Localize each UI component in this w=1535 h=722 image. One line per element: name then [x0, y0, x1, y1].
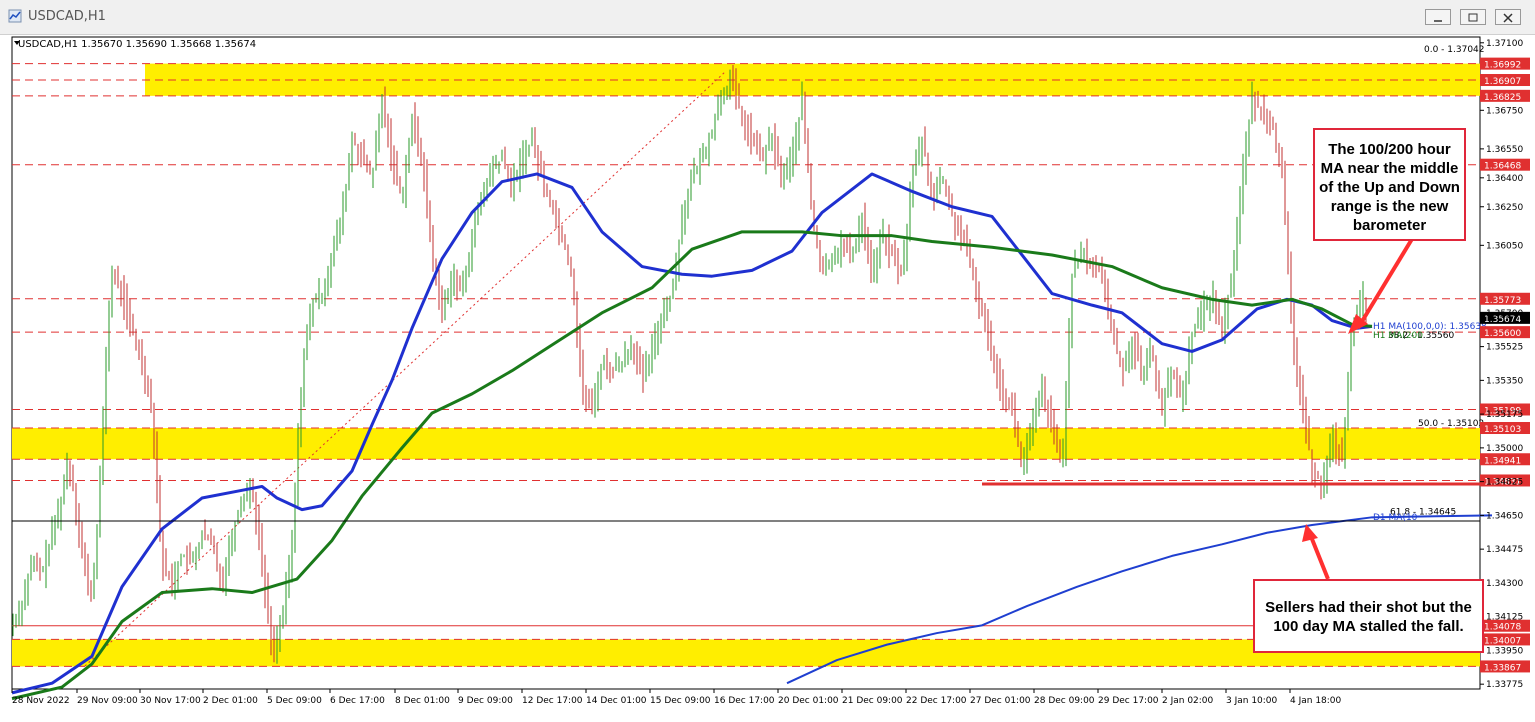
symbol-info: USDCAD,H1 1.35670 1.35690 1.35668 1.3567…: [18, 39, 256, 50]
x-tick-label: 8 Dec 01:00: [395, 696, 450, 706]
level-price-label: 1.35103: [1484, 425, 1521, 435]
x-tick-label: 9 Dec 09:00: [458, 696, 513, 706]
x-tick-label: 6 Dec 17:00: [330, 696, 385, 706]
x-tick-label: 28 Nov 2022: [12, 696, 70, 706]
y-tick-label: 1.36550: [1486, 145, 1523, 155]
level-price-label: 1.34078: [1484, 623, 1521, 633]
x-tick-label: 5 Dec 09:00: [267, 696, 322, 706]
x-tick-label: 16 Dec 17:00: [714, 696, 775, 706]
y-tick-label: 1.35700: [1486, 309, 1523, 319]
minimize-icon: [1434, 20, 1442, 22]
x-tick-label: 21 Dec 09:00: [842, 696, 903, 706]
restore-button[interactable]: [1460, 9, 1486, 25]
fib-level-label: 0.0 - 1.37042: [1424, 45, 1485, 55]
level-price-label: 1.36992: [1484, 61, 1521, 71]
y-tick-label: 1.35525: [1486, 343, 1523, 353]
close-icon: [1503, 13, 1513, 23]
chart-window-icon: [8, 9, 22, 23]
y-tick-label: 1.35175: [1486, 410, 1523, 420]
x-tick-label: 30 Nov 17:00: [140, 696, 201, 706]
zone-band: [145, 80, 1480, 96]
y-tick-label: 1.36250: [1486, 203, 1523, 213]
level-price-label: 1.35600: [1484, 329, 1521, 339]
y-tick-label: 1.37100: [1486, 39, 1523, 49]
x-tick-label: 12 Dec 17:00: [522, 696, 583, 706]
y-tick-label: 1.33950: [1486, 646, 1523, 656]
level-price-label: 1.35773: [1484, 296, 1521, 306]
y-tick-label: 1.36750: [1486, 106, 1523, 116]
y-tick-label: 1.36050: [1486, 241, 1523, 251]
y-tick-label: 1.34475: [1486, 545, 1523, 555]
x-tick-label: 20 Dec 01:00: [778, 696, 839, 706]
level-price-label: 1.36907: [1484, 77, 1521, 87]
level-price-label: 1.36468: [1484, 162, 1521, 172]
annotation-ma-barometer: The 100/200 hour MA near the middle of t…: [1313, 128, 1466, 241]
y-tick-label: 1.34125: [1486, 613, 1523, 623]
ma-label: D1 MA(10: [1373, 513, 1418, 523]
restore-icon: [1468, 13, 1478, 22]
window-title: USDCAD,H1: [28, 9, 106, 24]
y-tick-label: 1.33775: [1486, 680, 1523, 690]
x-tick-label: 2 Dec 01:00: [203, 696, 258, 706]
x-tick-label: 2 Jan 02:00: [1162, 696, 1214, 706]
zone-band: [12, 428, 1480, 460]
x-tick-label: 15 Dec 09:00: [650, 696, 711, 706]
x-tick-label: 29 Dec 17:00: [1098, 696, 1159, 706]
y-tick-label: 1.34300: [1486, 579, 1523, 589]
level-price-label: 1.36825: [1484, 93, 1521, 103]
x-tick-label: 3 Jan 10:00: [1226, 696, 1278, 706]
close-button[interactable]: [1495, 9, 1521, 25]
y-tick-label: 1.35000: [1486, 444, 1523, 454]
x-tick-label: 22 Dec 17:00: [906, 696, 967, 706]
x-tick-label: 28 Dec 09:00: [1034, 696, 1095, 706]
fib-level-label: 50.0 - 1.35102: [1418, 419, 1484, 429]
ma-label: H1 MA(200: [1373, 331, 1423, 341]
level-price-label: 1.33867: [1484, 663, 1521, 673]
level-price-label: 1.34007: [1484, 636, 1521, 646]
y-tick-label: 1.35350: [1486, 376, 1523, 386]
zone-band: [145, 63, 1480, 81]
annotation-sellers: Sellers had their shot but the 100 day M…: [1253, 579, 1484, 653]
x-tick-label: 4 Jan 18:00: [1290, 696, 1342, 706]
x-tick-label: 29 Nov 09:00: [77, 696, 138, 706]
y-tick-label: 1.36400: [1486, 174, 1523, 184]
y-tick-label: 1.34650: [1486, 511, 1523, 521]
x-tick-label: 27 Dec 01:00: [970, 696, 1031, 706]
x-tick-label: 14 Dec 01:00: [586, 696, 647, 706]
level-price-label: 1.34941: [1484, 456, 1521, 466]
window-titlebar[interactable]: USDCAD,H1: [0, 0, 1535, 35]
minimize-button[interactable]: [1425, 9, 1451, 25]
y-tick-label: 1.34825: [1486, 478, 1523, 488]
